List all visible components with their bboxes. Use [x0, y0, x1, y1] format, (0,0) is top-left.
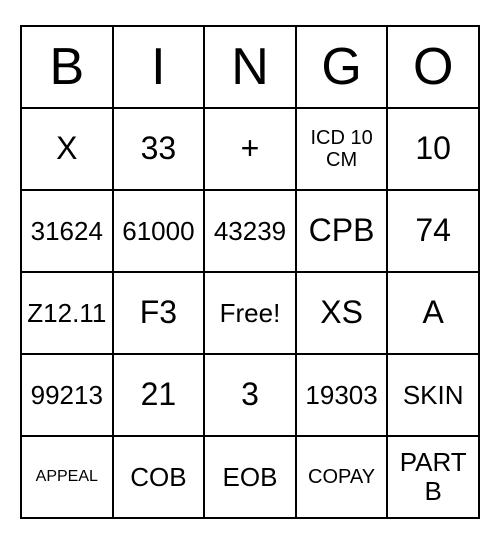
bingo-row: 316246100043239CPB74 — [22, 189, 478, 271]
header-g: G — [297, 27, 389, 107]
bingo-cell[interactable]: 74 — [388, 191, 478, 271]
bingo-card: B I N G O X33+ICD 10 CM10316246100043239… — [20, 25, 480, 519]
bingo-cell[interactable]: + — [205, 109, 297, 189]
bingo-cell[interactable]: 33 — [114, 109, 206, 189]
bingo-cell[interactable]: 61000 — [114, 191, 206, 271]
bingo-cell[interactable]: 99213 — [22, 355, 114, 435]
bingo-cell[interactable]: 21 — [114, 355, 206, 435]
bingo-cell[interactable]: A — [388, 273, 478, 353]
bingo-cell[interactable]: 3 — [205, 355, 297, 435]
bingo-cell[interactable]: Z12.11 — [22, 273, 114, 353]
bingo-cell[interactable]: CPB — [297, 191, 389, 271]
bingo-cell[interactable]: 10 — [388, 109, 478, 189]
header-n: N — [205, 27, 297, 107]
bingo-cell[interactable]: XS — [297, 273, 389, 353]
bingo-cell[interactable]: SKIN — [388, 355, 478, 435]
bingo-cell[interactable]: X — [22, 109, 114, 189]
bingo-row: X33+ICD 10 CM10 — [22, 107, 478, 189]
bingo-header-row: B I N G O — [22, 27, 478, 107]
bingo-cell[interactable]: 43239 — [205, 191, 297, 271]
header-o: O — [388, 27, 478, 107]
header-b: B — [22, 27, 114, 107]
bingo-cell[interactable]: F3 — [114, 273, 206, 353]
bingo-row: APPEALCOBEOBCOPAYPART B — [22, 435, 478, 517]
bingo-grid: X33+ICD 10 CM10316246100043239CPB74Z12.1… — [22, 107, 478, 517]
bingo-cell[interactable]: 31624 — [22, 191, 114, 271]
bingo-cell[interactable]: APPEAL — [22, 437, 114, 517]
bingo-row: 9921321319303SKIN — [22, 353, 478, 435]
bingo-cell[interactable]: 19303 — [297, 355, 389, 435]
bingo-cell[interactable]: Free! — [205, 273, 297, 353]
bingo-cell[interactable]: ICD 10 CM — [297, 109, 389, 189]
bingo-cell[interactable]: COB — [114, 437, 206, 517]
bingo-row: Z12.11F3Free!XSA — [22, 271, 478, 353]
bingo-cell[interactable]: EOB — [205, 437, 297, 517]
bingo-cell[interactable]: COPAY — [297, 437, 389, 517]
header-i: I — [114, 27, 206, 107]
bingo-cell[interactable]: PART B — [388, 437, 478, 517]
